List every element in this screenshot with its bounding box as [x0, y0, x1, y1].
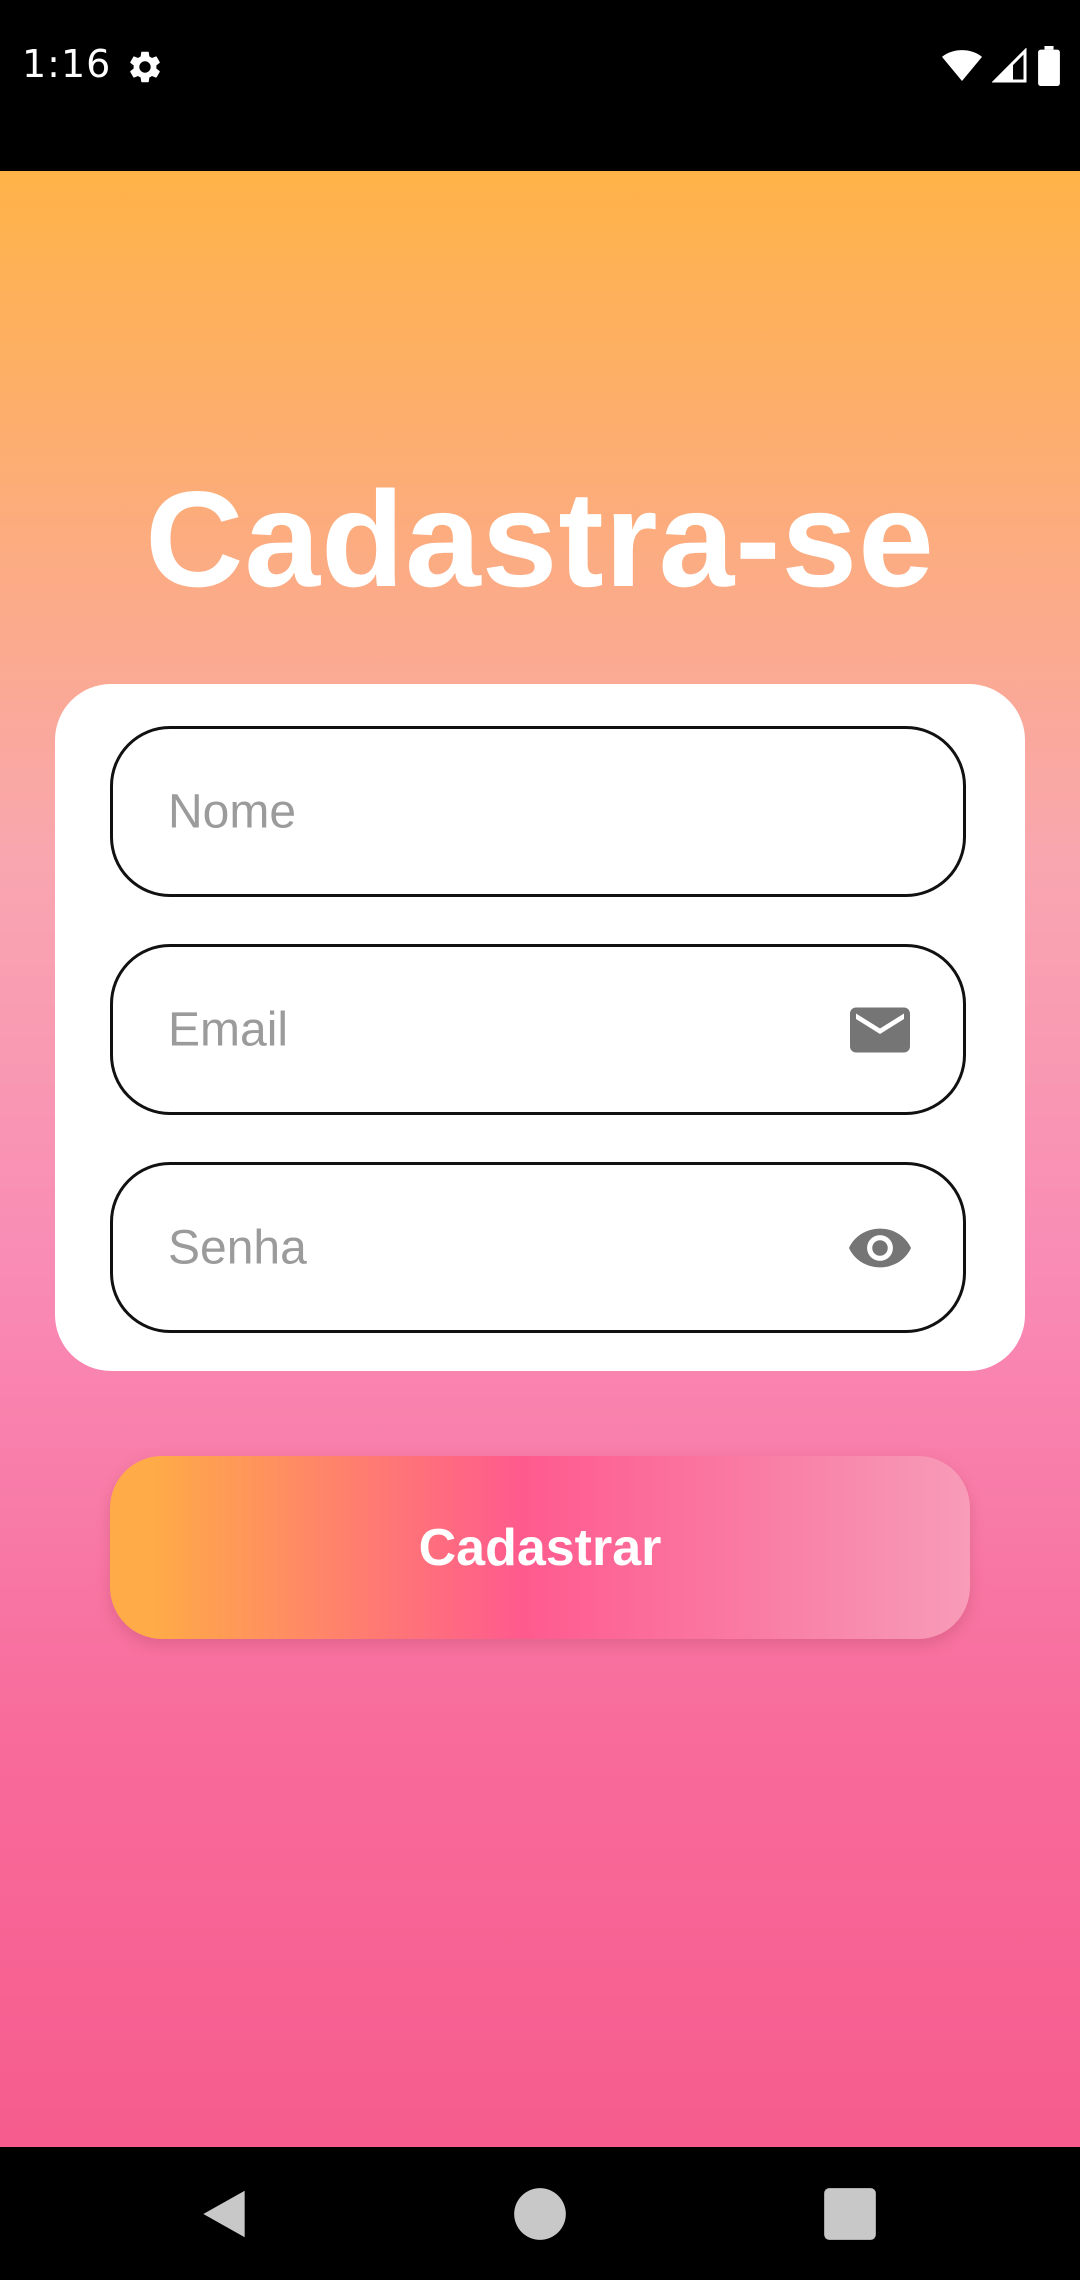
- back-icon[interactable]: [193, 2183, 255, 2245]
- email-field[interactable]: Email: [110, 944, 966, 1115]
- recents-icon[interactable]: [819, 2183, 881, 2245]
- password-placeholder: Senha: [168, 1221, 307, 1274]
- signup-screen: Cadastra-se Nome Email Senha Cadastrar: [0, 171, 1080, 2147]
- navigation-bar: [0, 2147, 1080, 2280]
- name-field[interactable]: Nome: [110, 726, 966, 897]
- status-icons: [942, 46, 1060, 86]
- signal-icon: [992, 48, 1027, 83]
- wifi-icon: [942, 50, 982, 81]
- signup-form-card: Nome Email Senha: [55, 684, 1025, 1371]
- password-field[interactable]: Senha: [110, 1162, 966, 1333]
- email-placeholder: Email: [168, 1003, 289, 1056]
- name-placeholder: Nome: [168, 785, 297, 838]
- mail-icon: [850, 1007, 910, 1052]
- status-time: 1:16: [22, 42, 112, 86]
- home-icon[interactable]: [509, 2183, 571, 2245]
- cadastrar-button[interactable]: Cadastrar: [110, 1456, 970, 1639]
- page-title: Cadastra-se: [145, 463, 935, 615]
- gear-icon: [130, 51, 160, 83]
- eye-icon[interactable]: [849, 1223, 911, 1273]
- status-bar: 1:16: [0, 0, 1080, 171]
- battery-icon: [1038, 46, 1060, 86]
